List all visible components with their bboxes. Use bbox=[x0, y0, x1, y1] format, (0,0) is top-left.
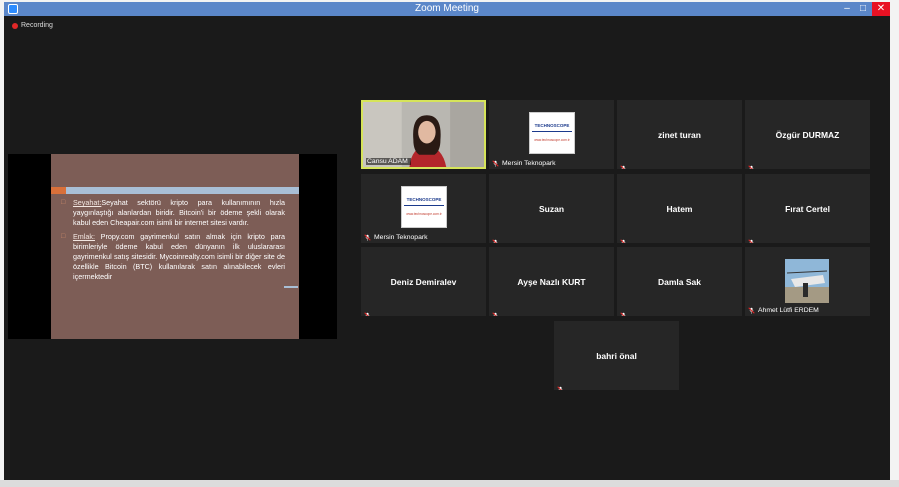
participant-name: Mersin Teknopark bbox=[502, 160, 556, 167]
participant-name: Mersin Teknopark bbox=[374, 234, 428, 241]
slide-bullet: □ Emlak: Propy.com gayrimenkul satın alm… bbox=[61, 232, 285, 283]
participant-name: Ahmet Lütfi ERDEM bbox=[758, 307, 819, 314]
participant-name: Suzan bbox=[538, 203, 565, 214]
title-bar: Zoom Meeting – □ ✕ bbox=[4, 2, 890, 16]
meeting-area: Recording □ Seyahat:Seyahat sektörü krip… bbox=[4, 16, 890, 480]
muted-mic-icon bbox=[492, 160, 499, 167]
participant-name: Deniz Demiralev bbox=[390, 276, 457, 287]
participant-tile[interactable]: TECHNOSCOPE www.technoscope.com.tr Mersin … bbox=[489, 100, 614, 169]
muted-mic-icon bbox=[492, 233, 499, 243]
participant-label: Mersin Teknopark bbox=[492, 160, 556, 167]
muted-mic-icon bbox=[364, 306, 371, 316]
bullet-term: Seyahat: bbox=[73, 198, 102, 207]
participant-tile[interactable]: Deniz Demiralev bbox=[361, 247, 486, 316]
minimize-button[interactable]: – bbox=[840, 2, 854, 16]
logo-brand: TECHNOSCOPE bbox=[406, 197, 442, 202]
bullet-icon: □ bbox=[61, 199, 66, 206]
slide-bullet: □ Seyahat:Seyahat sektörü kripto para ku… bbox=[61, 198, 285, 229]
teknopark-logo: TECHNOSCOPE www.technoscope.com.tr bbox=[529, 112, 575, 154]
participant-tile[interactable]: zinet turan bbox=[617, 100, 742, 169]
presentation-slide: □ Seyahat:Seyahat sektörü kripto para ku… bbox=[51, 154, 299, 339]
bullet-term: Emlak: bbox=[73, 231, 95, 241]
muted-mic-icon bbox=[557, 380, 564, 390]
participant-tile[interactable]: Hatem bbox=[617, 174, 742, 243]
bullet-icon: □ bbox=[61, 232, 66, 240]
recording-dot-icon bbox=[12, 22, 18, 29]
participant-tile[interactable]: Fırat Certel bbox=[745, 174, 870, 243]
muted-mic-icon bbox=[620, 159, 627, 169]
muted-mic-icon bbox=[748, 307, 755, 314]
logo-divider bbox=[404, 205, 444, 206]
participant-name: Hatem bbox=[666, 203, 693, 214]
close-button[interactable]: ✕ bbox=[872, 2, 890, 16]
participant-name: Özgür DURMAZ bbox=[775, 129, 840, 140]
participant-name: Fırat Certel bbox=[785, 203, 830, 214]
participant-label: Cansu ADAM bbox=[366, 158, 411, 165]
logo-url: www.technoscope.com.tr bbox=[534, 138, 570, 142]
participant-tile[interactable]: Ahmet Lütfi ERDEM bbox=[745, 247, 870, 316]
teknopark-logo: TECHNOSCOPE www.technoscope.com.tr bbox=[401, 186, 447, 228]
participant-tile[interactable]: TECHNOSCOPE www.technoscope.com.tr Mersin … bbox=[361, 174, 486, 243]
window-title: Zoom Meeting bbox=[415, 3, 479, 14]
bullet-text: Propy.com gayrimenkul satın almak için k… bbox=[73, 231, 285, 282]
participant-tile[interactable]: Cansu ADAM bbox=[361, 100, 486, 169]
logo-divider bbox=[532, 131, 572, 132]
participant-name: Damla Sak bbox=[658, 276, 701, 287]
taskbar-strip bbox=[0, 480, 899, 487]
participant-tile[interactable]: Özgür DURMAZ bbox=[745, 100, 870, 169]
shared-screen[interactable]: □ Seyahat:Seyahat sektörü kripto para ku… bbox=[8, 154, 337, 339]
participant-tile[interactable]: bahri önal bbox=[554, 321, 679, 390]
logo-url: www.technoscope.com.tr bbox=[406, 212, 442, 216]
recording-label: Recording bbox=[21, 22, 53, 29]
muted-mic-icon bbox=[620, 233, 627, 243]
participant-tile[interactable]: Ayşe Nazlı KURT bbox=[489, 247, 614, 316]
participant-label: Ahmet Lütfi ERDEM bbox=[748, 307, 819, 314]
muted-mic-icon bbox=[748, 159, 755, 169]
slide-divider bbox=[284, 286, 298, 288]
muted-mic-icon bbox=[620, 306, 627, 316]
slide-header-bar bbox=[51, 187, 299, 194]
participant-tile[interactable]: Damla Sak bbox=[617, 247, 742, 316]
muted-mic-icon bbox=[748, 233, 755, 243]
participant-name: Ayşe Nazlı KURT bbox=[517, 276, 586, 287]
bullet-text: Seyahat sektörü kripto para kullanımının… bbox=[73, 198, 285, 228]
participant-name: bahri önal bbox=[596, 350, 637, 361]
slide-body: □ Seyahat:Seyahat sektörü kripto para ku… bbox=[61, 198, 285, 286]
recording-indicator[interactable]: Recording bbox=[12, 22, 53, 29]
participant-photo bbox=[785, 259, 829, 303]
slide-accent-block bbox=[51, 187, 66, 194]
maximize-button[interactable]: □ bbox=[856, 2, 870, 16]
participant-name: Cansu ADAM bbox=[367, 158, 408, 165]
participant-label: Mersin Teknopark bbox=[364, 234, 428, 241]
muted-mic-icon bbox=[492, 306, 499, 316]
participant-tile[interactable]: Suzan bbox=[489, 174, 614, 243]
muted-mic-icon bbox=[364, 234, 371, 241]
participant-name: zinet turan bbox=[658, 129, 701, 140]
logo-brand: TECHNOSCOPE bbox=[534, 123, 570, 128]
